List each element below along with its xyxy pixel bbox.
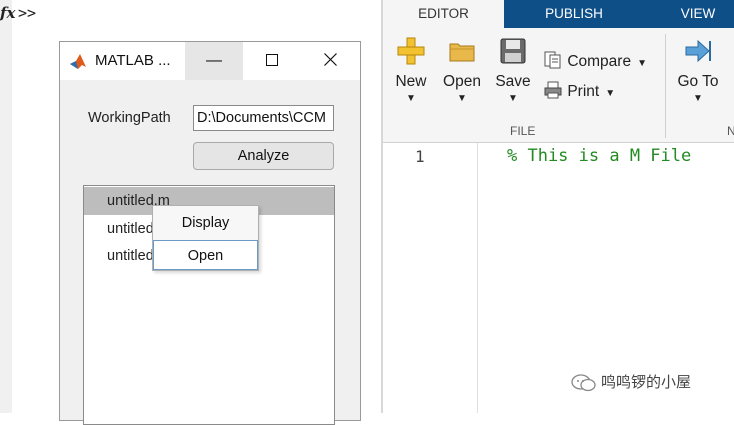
matlab-logo-icon [69,52,87,70]
chevron-down-icon[interactable]: ▼ [637,58,647,69]
open-label: Open [443,73,481,90]
chevron-down-icon[interactable]: ▼ [439,93,485,104]
line-number: 1 [415,147,425,166]
tab-editor[interactable]: EDITOR [383,0,504,28]
goto-arrow-icon [685,39,711,63]
file-group-label: FILE [510,124,536,138]
fx-icon[interactable]: fx [0,4,15,22]
folder-icon [449,43,475,62]
watermark-text: 鸣鸣锣的小屋 [601,374,692,391]
window-title: MATLAB ... [95,52,171,69]
menu-item-open[interactable]: Open [153,240,258,270]
minimize-button[interactable]: — [185,42,243,80]
compare-icon [544,51,561,69]
maximize-icon [266,54,278,66]
new-button[interactable]: New ▼ [391,36,431,104]
code-line[interactable]: % This is a M File [507,146,691,166]
maximize-button[interactable] [243,42,301,80]
window-titlebar[interactable]: MATLAB ... — [60,42,360,80]
working-path-label: WorkingPath [88,110,171,126]
analyze-button[interactable]: Analyze [193,142,334,170]
navigate-group-label: N [727,124,734,138]
new-icon [397,37,425,65]
chevron-down-icon[interactable]: ▼ [673,93,723,104]
editor-ribbon: New ▼ Open ▼ Save ▼ Compare ▼ Print ▼ FI… [383,28,734,143]
toolstrip-tabs: EDITOR PUBLISH VIEW [383,0,734,28]
minimize-icon: — [206,52,222,69]
new-label: New [395,73,427,90]
compare-button[interactable]: Compare ▼ [543,50,647,71]
wechat-icon [571,374,596,392]
ribbon-divider [665,34,666,138]
save-button[interactable]: Save ▼ [493,36,533,104]
printer-icon [544,81,562,99]
working-path-field[interactable] [193,105,334,131]
tab-view[interactable]: VIEW [668,0,728,28]
print-label: Print [567,83,600,100]
print-button[interactable]: Print ▼ [543,80,615,101]
gutter-divider [477,143,478,413]
tab-publish[interactable]: PUBLISH [519,0,629,28]
close-button[interactable] [301,42,359,80]
chevron-down-icon[interactable]: ▼ [493,93,533,104]
save-label: Save [495,73,531,90]
context-menu: Display Open [152,205,259,271]
working-path-input[interactable] [194,106,333,130]
chevron-down-icon[interactable]: ▼ [391,93,431,104]
command-gutter [0,0,12,413]
watermark: 鸣鸣锣的小屋 [571,371,691,393]
chevron-down-icon[interactable]: ▼ [605,88,615,99]
editor-panel: EDITOR PUBLISH VIEW New ▼ Open ▼ Save ▼ … [381,0,734,413]
floppy-disk-icon [500,38,526,64]
command-prompt: >> [18,4,37,22]
menu-item-display[interactable]: Display [153,208,258,238]
compare-label: Compare [567,53,632,70]
open-button[interactable]: Open ▼ [439,36,485,104]
close-icon [323,53,337,66]
goto-button[interactable]: Go To ▼ [673,36,723,104]
goto-label: Go To [677,73,719,90]
